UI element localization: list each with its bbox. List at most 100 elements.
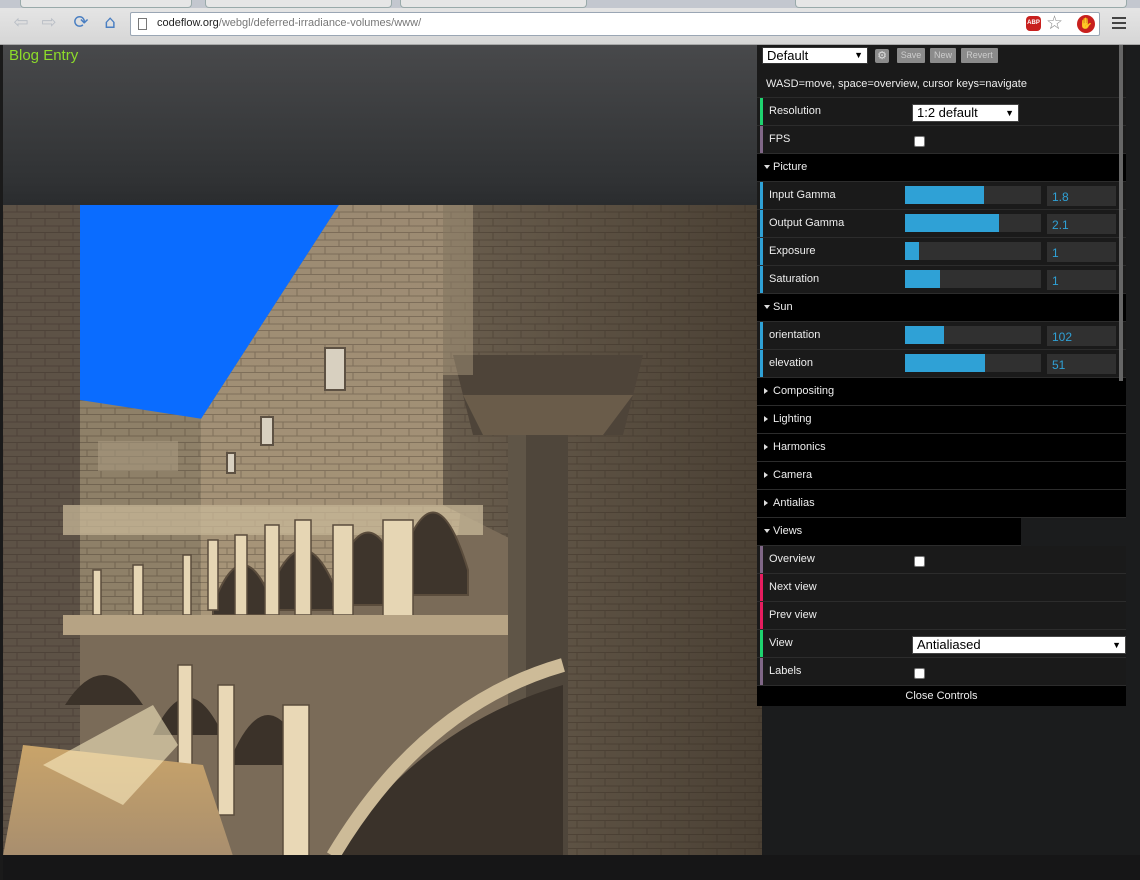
next-view-row[interactable]: Next view xyxy=(757,574,1126,602)
bookmark-star-icon[interactable]: ☆ xyxy=(1046,12,1063,34)
labels-label: Labels xyxy=(769,665,802,677)
row-marker xyxy=(760,658,763,685)
slider-fill xyxy=(905,214,999,232)
chevron-down-icon: ▼ xyxy=(854,50,863,60)
back-icon[interactable]: ⇦ xyxy=(10,12,32,34)
labels-checkbox[interactable] xyxy=(914,668,925,679)
folder-lighting[interactable]: Lighting xyxy=(757,406,1126,434)
output-gamma-label: Output Gamma xyxy=(769,217,845,229)
view-value: Antialiased xyxy=(917,637,981,652)
input-gamma-input[interactable]: 1.8 xyxy=(1047,186,1116,206)
stop-extension-icon[interactable]: ✋ xyxy=(1077,15,1095,33)
preset-select[interactable]: Default ▼ xyxy=(762,47,868,64)
slider-fill xyxy=(905,186,984,204)
view-select[interactable]: Antialiased ▼ xyxy=(912,636,1126,654)
view-label: View xyxy=(769,637,793,649)
forward-icon[interactable]: ⇨ xyxy=(38,12,60,34)
elevation-slider[interactable] xyxy=(905,354,1041,372)
orientation-slider[interactable] xyxy=(905,326,1041,344)
address-bar[interactable]: codeflow.org/webgl/deferred-irradiance-v… xyxy=(130,12,1100,36)
browser-tab[interactable] xyxy=(795,0,1127,8)
folder-label: Sun xyxy=(773,301,793,313)
orientation-row: orientation 102 xyxy=(757,322,1126,350)
output-gamma-input[interactable]: 2.1 xyxy=(1047,214,1116,234)
fps-checkbox[interactable] xyxy=(914,136,925,147)
elevation-input[interactable]: 51 xyxy=(1047,354,1116,374)
tab-strip xyxy=(0,0,1140,8)
folder-label: Lighting xyxy=(773,413,812,425)
home-icon[interactable]: ⌂ xyxy=(99,12,121,34)
elevation-label: elevation xyxy=(769,357,814,369)
row-marker xyxy=(760,238,763,265)
panel-scrollbar[interactable] xyxy=(1119,45,1123,381)
saturation-input[interactable]: 1 xyxy=(1047,270,1116,290)
row-marker xyxy=(760,574,763,601)
overview-checkbox[interactable] xyxy=(914,556,925,567)
exposure-slider[interactable] xyxy=(905,242,1041,260)
resolution-label: Resolution xyxy=(769,105,821,117)
adblock-icon[interactable]: ABP xyxy=(1026,16,1041,31)
close-controls-button[interactable]: Close Controls xyxy=(757,686,1126,706)
folder-camera[interactable]: Camera xyxy=(757,462,1126,490)
row-marker xyxy=(760,350,763,377)
dat-gui-panel: Default ▼ ⚙ Save New Revert WASD=move, sp… xyxy=(757,45,1126,706)
overview-label: Overview xyxy=(769,553,815,565)
output-gamma-row: Output Gamma 2.1 xyxy=(757,210,1126,238)
new-button[interactable]: New xyxy=(930,48,956,63)
folder-picture[interactable]: Picture xyxy=(757,154,1126,182)
caret-right-icon xyxy=(764,472,768,478)
caret-right-icon xyxy=(764,500,768,506)
folder-label: Picture xyxy=(773,161,808,173)
saturation-label: Saturation xyxy=(769,273,820,285)
reload-icon[interactable]: ⟳ xyxy=(70,12,92,34)
revert-button[interactable]: Revert xyxy=(961,48,998,63)
browser-tab[interactable] xyxy=(400,0,587,8)
exposure-label: Exposure xyxy=(769,245,816,257)
folder-label: Camera xyxy=(773,469,813,481)
folder-harmonics[interactable]: Harmonics xyxy=(757,434,1126,462)
folder-antialias[interactable]: Antialias xyxy=(757,490,1126,518)
folder-label: Harmonics xyxy=(773,441,826,453)
folder-views[interactable]: Views xyxy=(757,518,1021,546)
menu-icon[interactable] xyxy=(1112,17,1126,32)
folder-sun[interactable]: Sun xyxy=(757,294,1126,322)
prev-view-button[interactable]: Prev view xyxy=(769,602,817,629)
save-button[interactable]: Save xyxy=(897,48,925,63)
input-gamma-slider[interactable] xyxy=(905,186,1041,204)
orientation-label: orientation xyxy=(769,329,821,341)
caret-right-icon xyxy=(764,416,768,422)
row-marker xyxy=(760,322,763,349)
row-marker xyxy=(760,210,763,237)
folder-label: Views xyxy=(773,525,803,537)
blog-entry-link[interactable]: Blog Entry xyxy=(9,47,78,64)
folder-label: Antialias xyxy=(773,497,815,509)
chevron-down-icon: ▼ xyxy=(1112,640,1121,650)
page-footer xyxy=(3,855,1140,880)
folder-label: Compositing xyxy=(773,385,835,397)
browser-tab[interactable] xyxy=(205,0,392,8)
gear-icon[interactable]: ⚙ xyxy=(875,49,889,63)
caret-down-icon xyxy=(764,529,770,533)
webgl-canvas[interactable] xyxy=(3,205,762,856)
folder-compositing[interactable]: Compositing xyxy=(757,378,1126,406)
resolution-value: 1:2 default xyxy=(917,105,978,120)
resolution-select[interactable]: 1:2 default ▼ xyxy=(912,104,1019,122)
output-gamma-slider[interactable] xyxy=(905,214,1041,232)
help-text: WASD=move, space=overview, cursor keys=n… xyxy=(757,70,1126,98)
row-marker xyxy=(760,266,763,293)
slider-fill xyxy=(905,326,945,344)
orientation-input[interactable]: 102 xyxy=(1047,326,1116,346)
caret-down-icon xyxy=(764,305,770,309)
browser-tab[interactable] xyxy=(20,0,192,8)
labels-row: Labels xyxy=(757,658,1126,686)
slider-fill xyxy=(905,354,986,372)
browser-toolbar: ⇦ ⇨ ⟳ ⌂ codeflow.org/webgl/deferred-irra… xyxy=(0,0,1140,45)
row-marker xyxy=(760,98,763,125)
next-view-button[interactable]: Next view xyxy=(769,574,817,601)
row-marker xyxy=(760,126,763,153)
exposure-input[interactable]: 1 xyxy=(1047,242,1116,262)
saturation-slider[interactable] xyxy=(905,270,1041,288)
prev-view-row[interactable]: Prev view xyxy=(757,602,1126,630)
resolution-row: Resolution 1:2 default ▼ xyxy=(757,98,1126,126)
page-content: Blog Entry Default ▼ ⚙ Save New Revert W… xyxy=(3,45,1140,880)
